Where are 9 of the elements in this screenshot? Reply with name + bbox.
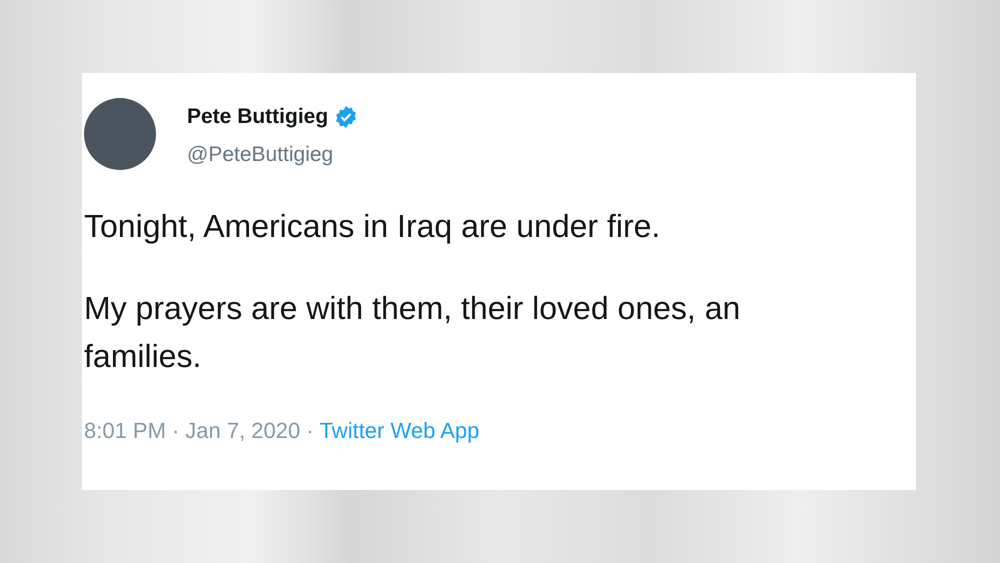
separator-dot: ·: [172, 417, 180, 445]
tweet-time: 8:01 PM: [84, 417, 166, 445]
author-name: Pete Buttigieg: [187, 104, 328, 130]
author-handle: @PeteButtigieg: [187, 142, 334, 168]
tweet-text: Tonight, Americans in Iraq are under fire.: [84, 207, 662, 246]
tweet-text: My prayers are with them, their loved ones, an families.: [84, 289, 742, 376]
separator-dot: ·: [306, 417, 314, 445]
source-link[interactable]: Twitter Web App: [320, 414, 480, 447]
tweet-date: Jan 7, 2020: [185, 417, 300, 445]
